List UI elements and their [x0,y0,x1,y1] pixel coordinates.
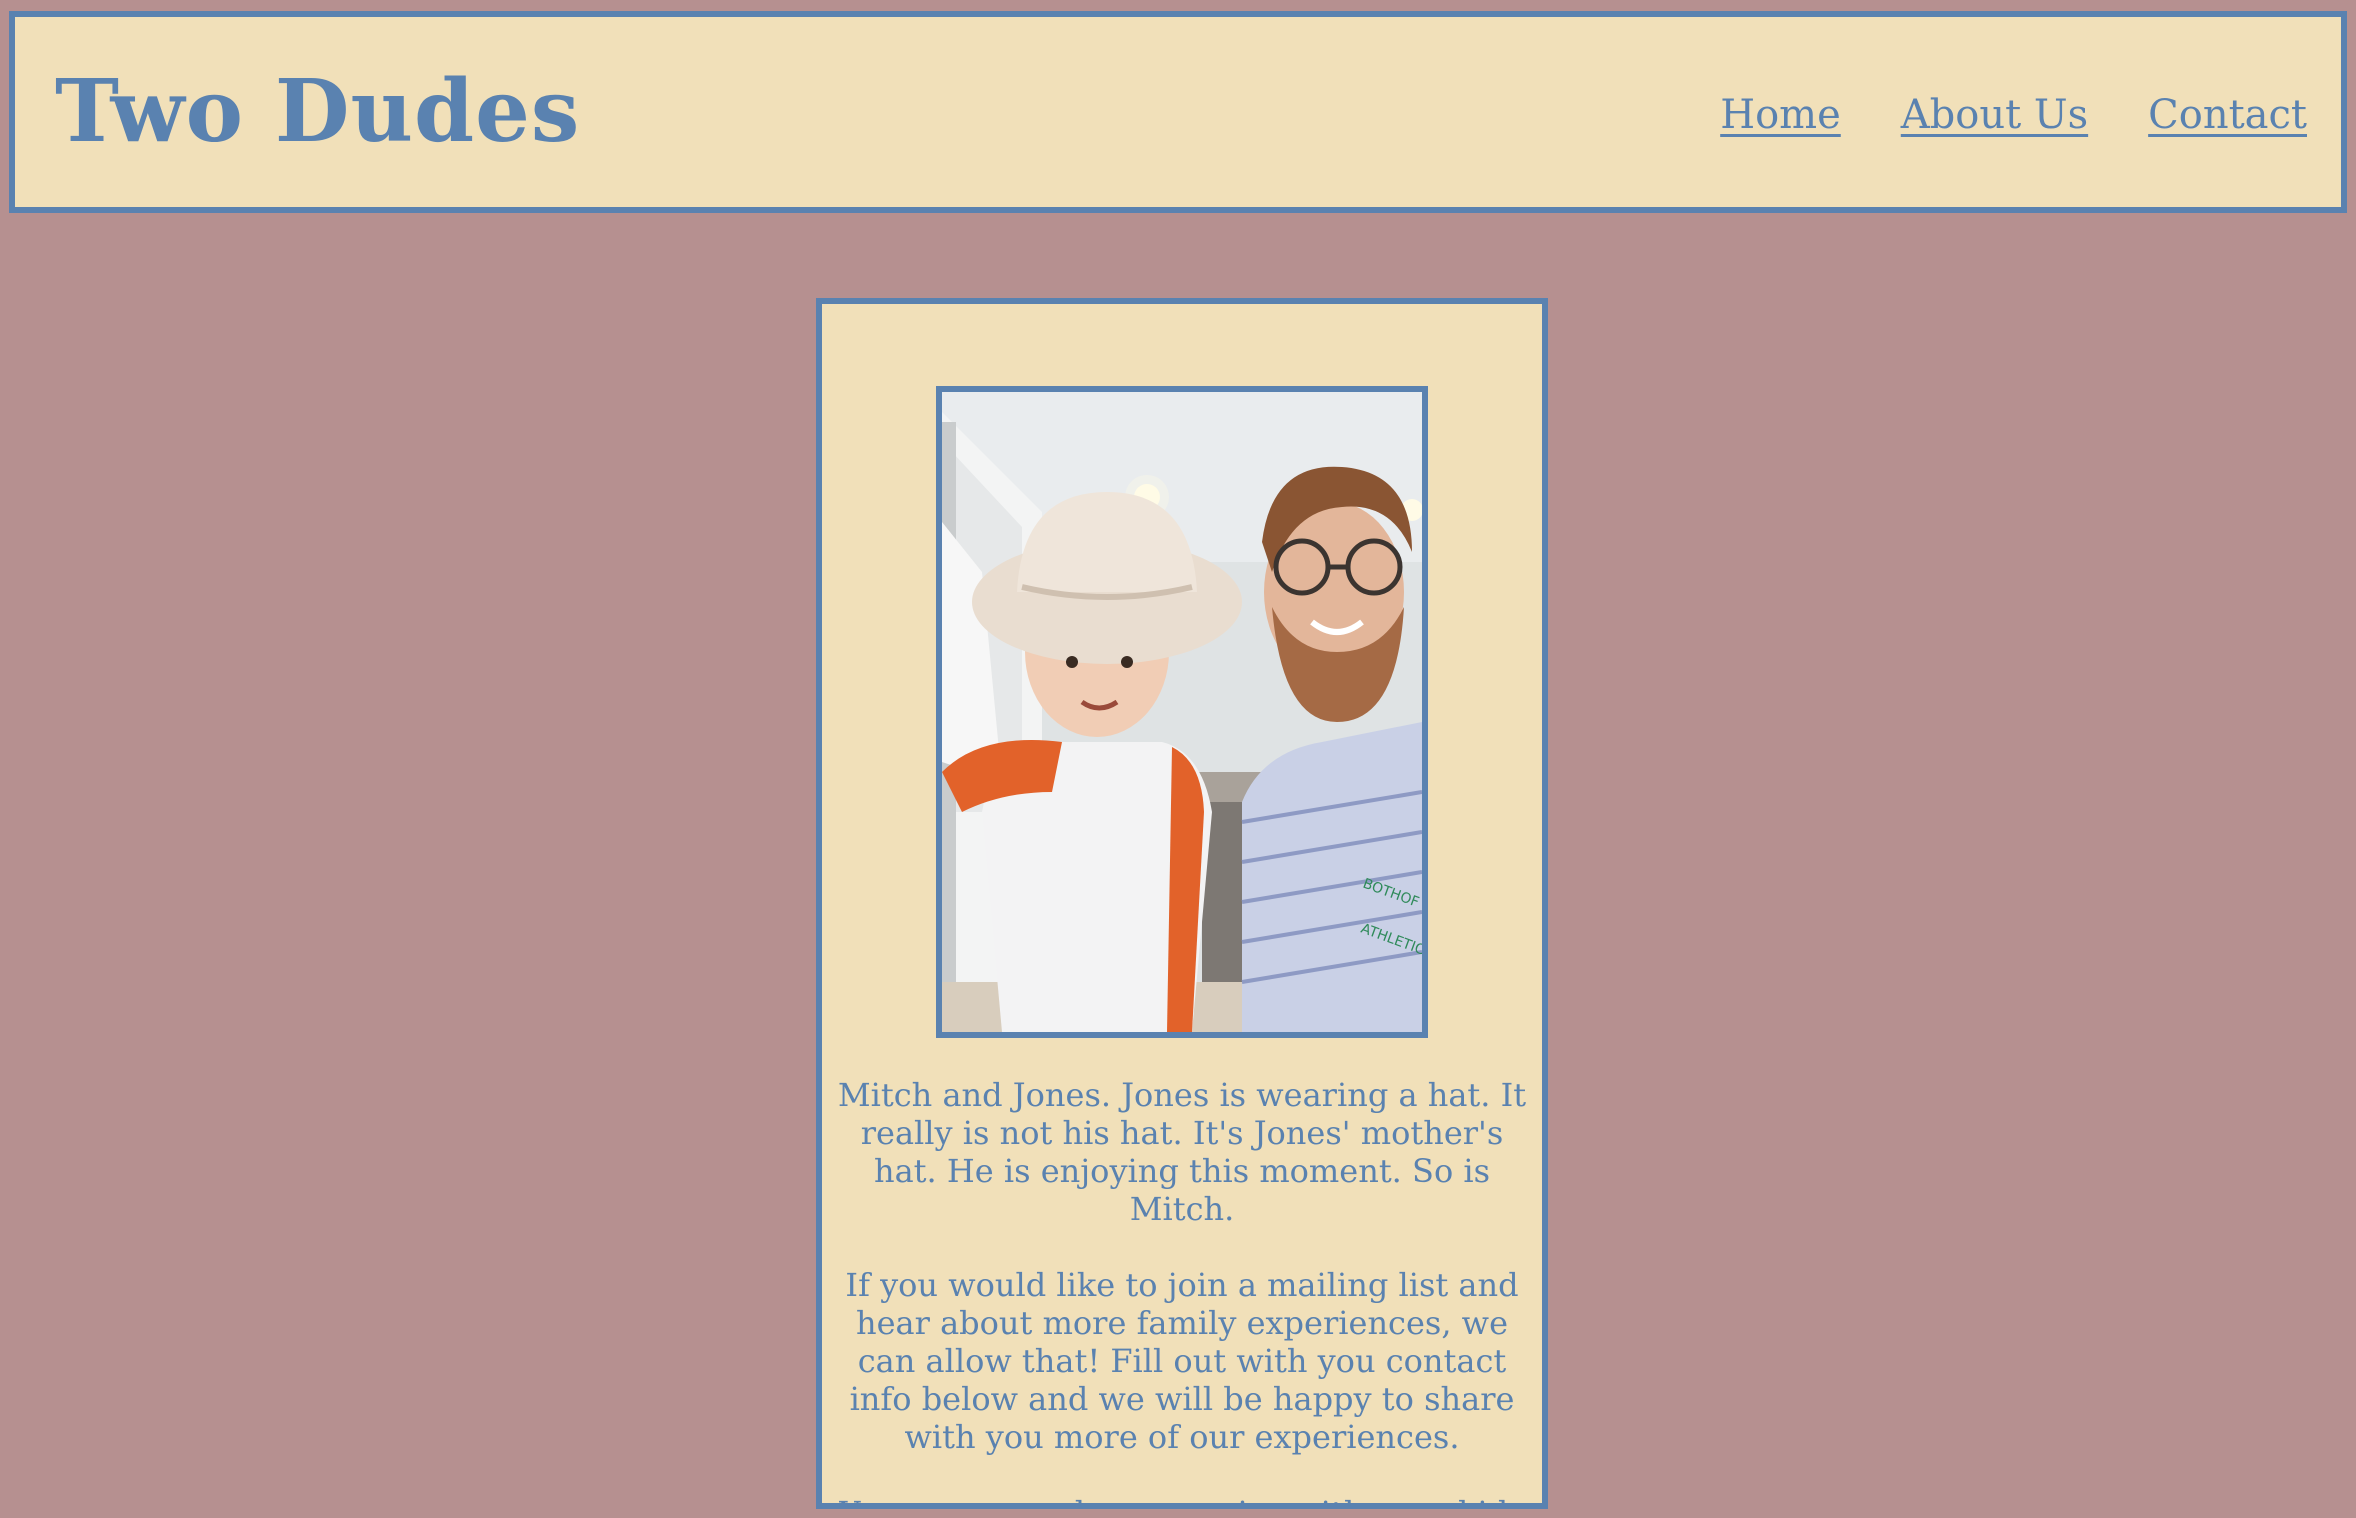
mailing-list-paragraph: If you would like to join a mailing list… [845,1266,1519,1456]
main-nav: Home About Us Contact [1720,92,2307,138]
nav-link-about-us[interactable]: About Us [1901,92,2088,138]
nav-link-contact[interactable]: Contact [2148,92,2307,138]
nav-link-home[interactable]: Home [1720,92,1841,138]
site-title: Two Dudes [55,61,581,162]
family-photo: BOTHOF ATHLETIC [936,386,1428,1038]
photo-illustration: BOTHOF ATHLETIC [942,392,1422,1032]
content-card: BOTHOF ATHLETIC Mitch and Jones. Jones i… [816,298,1548,1509]
memories-paragraph: You can go make memories with your kids … [832,1494,1532,1503]
site-header: Two Dudes Home About Us Contact [9,11,2347,213]
card-text: Mitch and Jones. Jones is wearing a hat.… [832,1076,1532,1503]
photo-caption: Mitch and Jones. Jones is wearing a hat.… [837,1076,1527,1228]
